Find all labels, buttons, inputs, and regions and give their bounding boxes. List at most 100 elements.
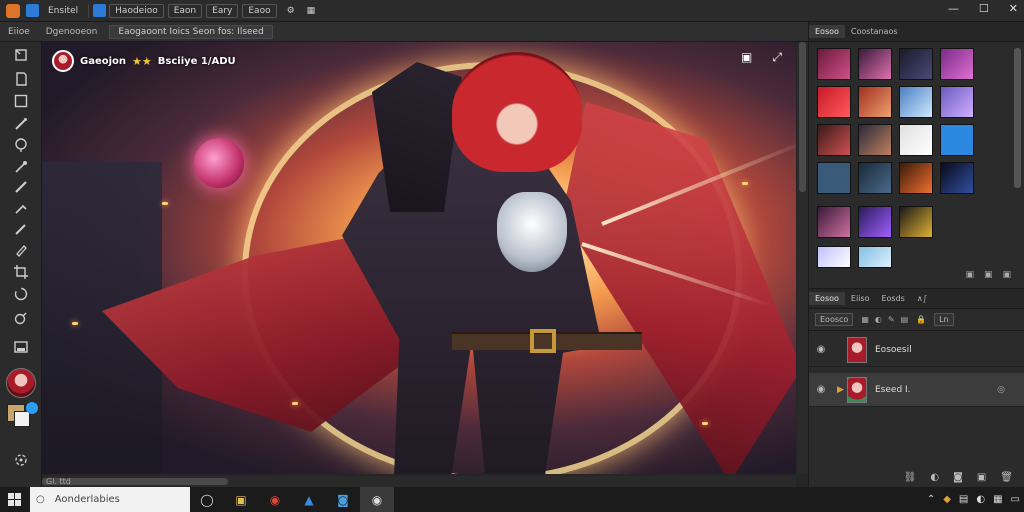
swatch[interactable] — [817, 246, 851, 268]
swatch[interactable] — [899, 86, 933, 118]
swatch[interactable] — [899, 124, 933, 156]
swatch[interactable] — [940, 86, 974, 118]
link-layers-icon[interactable]: ⛓ — [904, 472, 917, 483]
menu-file[interactable]: Ensitel — [42, 6, 84, 16]
swatch[interactable] — [858, 162, 892, 194]
keyboard-icon[interactable]: ▦ — [993, 494, 1002, 505]
lock-icon[interactable]: 🔒 — [916, 315, 926, 324]
document-icon[interactable] — [93, 4, 107, 17]
blend-mode-select[interactable]: Eoosco — [815, 313, 854, 326]
swatch[interactable] — [817, 162, 851, 194]
smudge-tool-icon[interactable] — [12, 309, 30, 327]
swatch[interactable] — [817, 86, 851, 118]
tray-chevron-icon[interactable]: ⌃ — [927, 494, 935, 505]
photo-editor-taskbar-icon[interactable]: ◉ — [360, 487, 394, 512]
browser-icon[interactable]: ◉ — [258, 487, 292, 512]
menu-item-3[interactable]: Eaoo — [242, 3, 277, 18]
document-tab[interactable]: Eaogaoont Ioics Seon fos: Ilseed — [109, 24, 273, 39]
taskbar-search[interactable]: ○ Aonderlabies — [30, 487, 190, 512]
swatch[interactable] — [899, 162, 933, 194]
visibility-eye-icon[interactable]: ◉ — [809, 344, 833, 355]
ps-app-icon[interactable] — [26, 4, 39, 17]
avatar[interactable] — [6, 368, 36, 398]
settings-icon[interactable]: ⚙ — [281, 6, 301, 16]
tab-more[interactable]: ∧∫ — [911, 292, 933, 305]
layer-options-icon[interactable]: ◎ — [997, 385, 1005, 395]
swatch-scrollbar[interactable] — [1014, 48, 1021, 188]
notification-icon[interactable]: ▭ — [1011, 494, 1020, 505]
file-explorer-icon[interactable]: ▣ — [224, 487, 258, 512]
swatch[interactable] — [899, 206, 933, 238]
filter-image-icon[interactable]: ▦ — [861, 315, 869, 324]
settings-gear-icon[interactable] — [12, 451, 30, 469]
layer-name[interactable]: Eosoesil — [875, 345, 912, 355]
mail-icon[interactable]: ▲ — [292, 487, 326, 512]
menu-item-1[interactable]: Eaon — [167, 3, 203, 18]
filter-text-icon[interactable]: ▤ — [901, 315, 909, 324]
tab-layers[interactable]: Eosoo — [809, 292, 845, 305]
visibility-eye-icon[interactable]: ◉ — [809, 384, 833, 395]
tray-app-icon[interactable]: ◆ — [943, 494, 951, 505]
swatch[interactable] — [817, 206, 851, 238]
background-color-swatch[interactable] — [14, 411, 30, 427]
store-icon[interactable]: ◙ — [326, 487, 360, 512]
screen-mode-icon[interactable] — [12, 338, 30, 356]
swatch[interactable] — [858, 86, 892, 118]
swatch[interactable] — [817, 48, 851, 80]
swatch[interactable] — [817, 124, 851, 156]
crop-tool-icon[interactable] — [12, 263, 30, 281]
delete-swatch-icon[interactable]: ▣ — [1002, 270, 1011, 286]
swatch[interactable] — [858, 246, 892, 268]
new-swatch-icon[interactable]: ▣ — [965, 270, 974, 286]
minimize-button[interactable]: — — [948, 2, 959, 15]
network-icon[interactable]: ▤ — [959, 494, 968, 505]
brush-tool-icon[interactable] — [12, 115, 30, 133]
swatch[interactable] — [940, 124, 974, 156]
close-button[interactable]: ✕ — [1009, 2, 1018, 15]
mask-icon[interactable]: ◙ — [953, 472, 963, 483]
menu-app-name[interactable]: Haodeioo — [109, 3, 164, 18]
task-view-icon[interactable]: ◯ — [190, 487, 224, 512]
layer-row[interactable]: ◉ Eosoesil — [809, 333, 1024, 367]
swatch[interactable] — [899, 48, 933, 80]
adjustment-layer-icon[interactable]: ◐ — [930, 472, 939, 483]
tab-gradients[interactable]: Coostanaos — [845, 25, 904, 38]
tab-channels[interactable]: Eiiso — [845, 292, 876, 305]
swatch[interactable] — [940, 48, 974, 80]
layer-name[interactable]: Eseed I. — [875, 385, 911, 395]
option-item-2[interactable]: Dgenooeon — [38, 27, 106, 37]
menu-item-2[interactable]: Eary — [206, 3, 239, 18]
swatch[interactable] — [858, 124, 892, 156]
filter-adjust-icon[interactable]: ◐ — [875, 315, 882, 324]
start-button[interactable] — [0, 487, 28, 512]
opacity-field[interactable]: Ln — [934, 313, 954, 326]
scroll-thumb[interactable] — [799, 42, 806, 192]
tab-paths[interactable]: Eosds — [875, 292, 910, 305]
swatch[interactable] — [940, 162, 974, 194]
pen-tool-icon[interactable] — [12, 241, 30, 259]
layer-expand-arrow-icon[interactable]: ▶ — [837, 385, 844, 395]
option-item-1[interactable]: Eiioe — [0, 27, 38, 37]
clone-stamp-tool-icon[interactable] — [12, 199, 30, 217]
tab-swatches[interactable]: Eosoo — [809, 25, 845, 38]
vertical-scrollbar[interactable] — [797, 42, 808, 474]
volume-icon[interactable]: ◐ — [976, 494, 985, 505]
swatch[interactable] — [858, 48, 892, 80]
lasso-tool-icon[interactable] — [12, 136, 30, 154]
move-tool-icon[interactable] — [12, 46, 30, 64]
marquee-tool-icon[interactable] — [12, 92, 30, 110]
new-layer-icon[interactable]: ▣ — [977, 472, 986, 483]
layer-row[interactable]: ◉ ▶ Eseed I. ◎ — [809, 373, 1024, 407]
save-icon[interactable]: ▣ — [741, 50, 752, 65]
artboard-tool-icon[interactable] — [12, 70, 30, 88]
expand-icon[interactable]: ⤢ — [772, 50, 782, 65]
maximize-button[interactable]: ☐ — [979, 2, 989, 15]
search-input[interactable]: Aonderlabies — [55, 494, 120, 505]
horizontal-scrollbar[interactable] — [42, 476, 796, 487]
artwork-canvas[interactable]: Gaeojon ★★ Bsciiye 1/ADU ▣ ⤢ — [42, 42, 796, 474]
eraser-tool-icon[interactable] — [12, 220, 30, 238]
filter-brush-icon[interactable]: ✎ — [888, 315, 895, 324]
pencil-tool-icon[interactable] — [12, 178, 30, 196]
swatch-folder-icon[interactable]: ▣ — [984, 270, 993, 286]
delete-layer-icon[interactable]: 🗑 — [1000, 472, 1013, 483]
